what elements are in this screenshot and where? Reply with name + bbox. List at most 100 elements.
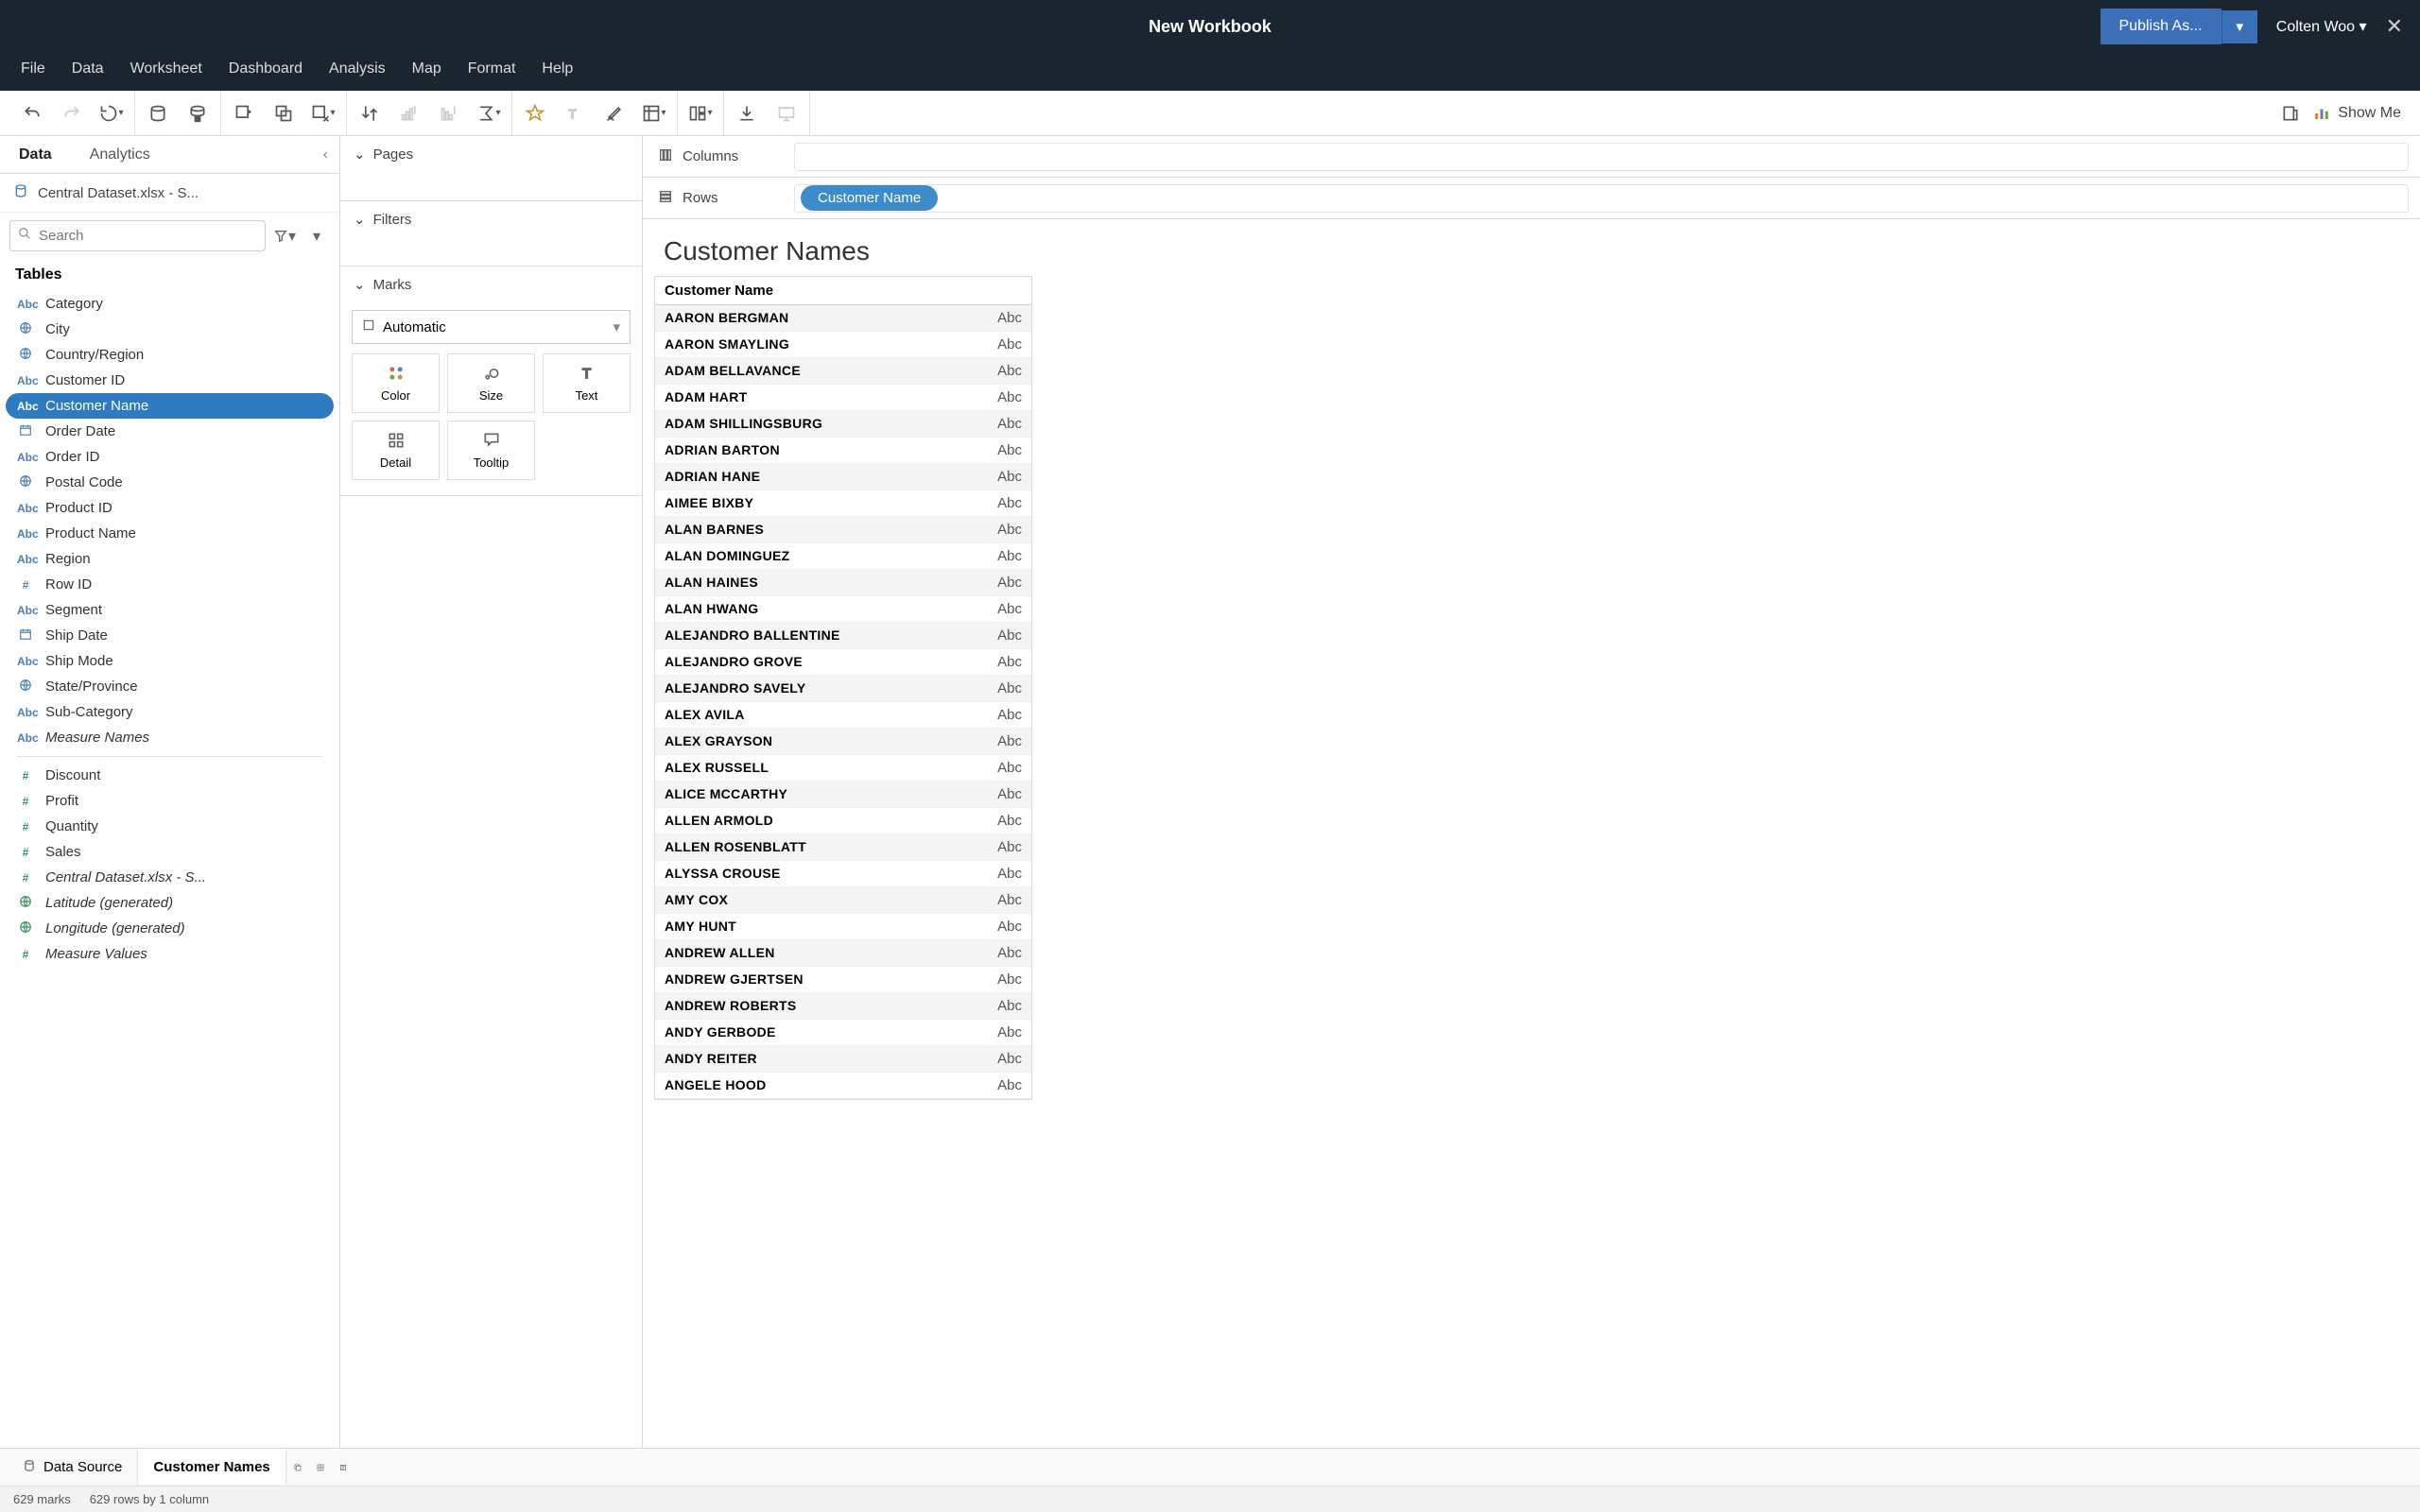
field-city[interactable]: City xyxy=(6,317,334,342)
menu-worksheet[interactable]: Worksheet xyxy=(117,53,216,85)
marks-text[interactable]: TText xyxy=(543,353,631,413)
publish-dropdown[interactable]: ▼ xyxy=(2221,10,2257,43)
duplicate-icon[interactable] xyxy=(270,100,297,127)
table-row[interactable]: ADAM HARTAbc xyxy=(655,385,1031,411)
table-row[interactable]: AARON BERGMANAbc xyxy=(655,305,1031,332)
field-customer-name[interactable]: AbcCustomer Name xyxy=(6,393,334,419)
filters-shelf[interactable]: ⌄Filters xyxy=(340,201,642,266)
undo-icon[interactable] xyxy=(19,100,45,127)
field-row-id[interactable]: #Row ID xyxy=(6,572,334,597)
revert-icon[interactable]: ▾ xyxy=(98,100,125,127)
field-category[interactable]: AbcCategory xyxy=(6,291,334,317)
totals-icon[interactable]: ▾ xyxy=(475,100,502,127)
labels-icon[interactable]: T xyxy=(562,100,588,127)
redo-icon[interactable] xyxy=(59,100,85,127)
field-longitude-generated-[interactable]: Longitude (generated) xyxy=(6,916,334,941)
field-order-date[interactable]: Order Date xyxy=(6,419,334,444)
table-row[interactable]: AARON SMAYLINGAbc xyxy=(655,332,1031,358)
swap-icon[interactable] xyxy=(356,100,383,127)
table-row[interactable]: ADRIAN BARTONAbc xyxy=(655,438,1031,464)
table-row[interactable]: ADAM SHILLINGSBURGAbc xyxy=(655,411,1031,438)
search-input[interactable] xyxy=(9,220,266,251)
pages-shelf[interactable]: ⌄Pages xyxy=(340,136,642,201)
table-row[interactable]: ALAN DOMINGUEZAbc xyxy=(655,543,1031,570)
sort-desc-icon[interactable] xyxy=(436,100,462,127)
table-row[interactable]: ALEJANDRO BALLENTINEAbc xyxy=(655,623,1031,649)
tab-sheet-customer-names[interactable]: Customer Names xyxy=(138,1450,285,1485)
table-row[interactable]: AMY HUNTAbc xyxy=(655,914,1031,940)
field-customer-id[interactable]: AbcCustomer ID xyxy=(6,368,334,393)
table-row[interactable]: ALICE MCCARTHYAbc xyxy=(655,782,1031,808)
field-central-dataset-xlsx-s-[interactable]: #Central Dataset.xlsx - S... xyxy=(6,865,334,890)
table-row[interactable]: ALEX GRAYSONAbc xyxy=(655,729,1031,755)
columns-shelf[interactable]: Columns xyxy=(643,136,2420,178)
new-dashboard-tab-icon[interactable] xyxy=(309,1456,332,1479)
field-discount[interactable]: #Discount xyxy=(6,763,334,788)
data-guide-icon[interactable] xyxy=(2277,100,2304,127)
field-segment[interactable]: AbcSegment xyxy=(6,597,334,623)
new-story-tab-icon[interactable] xyxy=(332,1456,354,1479)
table-row[interactable]: ALLEN ARMOLDAbc xyxy=(655,808,1031,834)
table-row[interactable]: ALLEN ROSENBLATTAbc xyxy=(655,834,1031,861)
table-row[interactable]: ALAN HAINESAbc xyxy=(655,570,1031,596)
table-row[interactable]: ALEJANDRO SAVELYAbc xyxy=(655,676,1031,702)
field-latitude-generated-[interactable]: Latitude (generated) xyxy=(6,890,334,916)
new-worksheet-tab-icon[interactable] xyxy=(286,1456,309,1479)
field-sub-category[interactable]: AbcSub-Category xyxy=(6,699,334,725)
menu-format[interactable]: Format xyxy=(455,53,529,85)
table-row[interactable]: ANDY GERBODEAbc xyxy=(655,1020,1031,1046)
table-row[interactable]: ADRIAN HANEAbc xyxy=(655,464,1031,490)
marks-type-dropdown[interactable]: Automatic ▾ xyxy=(352,310,631,344)
table-row[interactable]: ALEJANDRO GROVEAbc xyxy=(655,649,1031,676)
sort-asc-icon[interactable] xyxy=(396,100,423,127)
marks-size[interactable]: Size xyxy=(447,353,535,413)
field-quantity[interactable]: #Quantity xyxy=(6,814,334,839)
table-row[interactable]: AMY COXAbc xyxy=(655,887,1031,914)
table-row[interactable]: ANDREW ROBERTSAbc xyxy=(655,993,1031,1020)
table-row[interactable]: ALAN HWANGAbc xyxy=(655,596,1031,623)
fit-icon[interactable]: ▾ xyxy=(641,100,667,127)
datasource-row[interactable]: Central Dataset.xlsx - S... xyxy=(0,174,339,213)
table-row[interactable]: ADAM BELLAVANCEAbc xyxy=(655,358,1031,385)
table-header[interactable]: Customer Name xyxy=(655,277,1031,305)
table-row[interactable]: ANDREW GJERTSENAbc xyxy=(655,967,1031,993)
tab-data-source[interactable]: Data Source xyxy=(8,1450,138,1486)
new-worksheet-icon[interactable] xyxy=(231,100,257,127)
pill-customer-name[interactable]: Customer Name xyxy=(801,185,938,211)
collapse-pane-icon[interactable]: ‹ xyxy=(312,139,339,171)
menu-analysis[interactable]: Analysis xyxy=(316,53,399,85)
field-sales[interactable]: #Sales xyxy=(6,839,334,865)
field-state-province[interactable]: State/Province xyxy=(6,674,334,699)
highlight-icon[interactable] xyxy=(522,100,548,127)
menu-map[interactable]: Map xyxy=(399,53,455,85)
field-order-id[interactable]: AbcOrder ID xyxy=(6,444,334,470)
table-row[interactable]: ALYSSA CROUSEAbc xyxy=(655,861,1031,887)
table-row[interactable]: ANGELE HOODAbc xyxy=(655,1073,1031,1099)
marks-detail[interactable]: Detail xyxy=(352,421,440,480)
field-region[interactable]: AbcRegion xyxy=(6,546,334,572)
menu-help[interactable]: Help xyxy=(528,53,586,85)
table-row[interactable]: AIMEE BIXBYAbc xyxy=(655,490,1031,517)
present-icon[interactable] xyxy=(773,100,800,127)
table-row[interactable]: ANDY REITERAbc xyxy=(655,1046,1031,1073)
menu-file[interactable]: File xyxy=(8,53,59,85)
field-ship-date[interactable]: Ship Date xyxy=(6,623,334,648)
new-datasource-icon[interactable] xyxy=(145,100,171,127)
fields-menu-icon[interactable]: ▾ xyxy=(303,223,330,249)
field-profit[interactable]: #Profit xyxy=(6,788,334,814)
field-measure-values[interactable]: #Measure Values xyxy=(6,941,334,967)
menu-data[interactable]: Data xyxy=(59,53,117,85)
marks-color[interactable]: Color xyxy=(352,353,440,413)
field-postal-code[interactable]: Postal Code xyxy=(6,470,334,495)
field-ship-mode[interactable]: AbcShip Mode xyxy=(6,648,334,674)
format-icon[interactable] xyxy=(601,100,628,127)
field-product-name[interactable]: AbcProduct Name xyxy=(6,521,334,546)
table-row[interactable]: ALEX RUSSELLAbc xyxy=(655,755,1031,782)
clear-icon[interactable]: ▾ xyxy=(310,100,337,127)
close-icon[interactable]: ✕ xyxy=(2386,14,2403,39)
marks-tooltip[interactable]: Tooltip xyxy=(447,421,535,480)
rows-shelf[interactable]: Rows Customer Name xyxy=(643,178,2420,219)
table-row[interactable]: ALEX AVILAAbc xyxy=(655,702,1031,729)
download-icon[interactable] xyxy=(734,100,760,127)
field-country-region[interactable]: Country/Region xyxy=(6,342,334,368)
